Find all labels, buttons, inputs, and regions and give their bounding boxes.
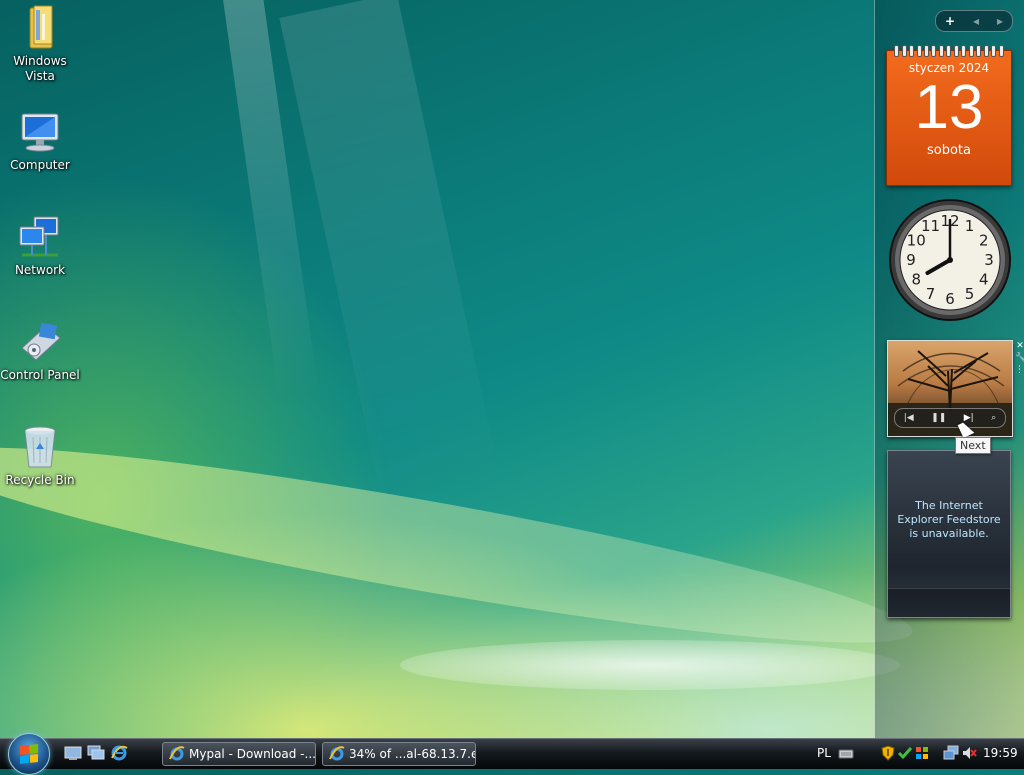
taskbar-item-mypal-download[interactable]: Mypal - Download -...: [162, 742, 316, 766]
desktop-icon-label: Windows Vista: [13, 54, 67, 83]
close-icon[interactable]: ✕: [1015, 340, 1024, 352]
desktop-icon-label: Control Panel: [0, 368, 80, 382]
update-icon[interactable]: [897, 745, 913, 761]
security-shield-icon[interactable]: [880, 745, 896, 761]
feed-headlines-gadget[interactable]: The Internet Explorer Feedstore is unava…: [887, 450, 1011, 618]
calendar-rings: [887, 45, 1011, 57]
folder-icon: [16, 4, 64, 52]
taskbar-item-download-progress[interactable]: 34% of ...al-68.13.7.e...: [322, 742, 476, 766]
clock-number: 9: [906, 251, 916, 269]
computer-icon: [16, 108, 64, 156]
clock-number: 8: [911, 271, 921, 289]
desktop-icon-label: Network: [14, 263, 66, 277]
switch-windows-icon[interactable]: [87, 745, 105, 761]
feed-error-message: The Internet Explorer Feedstore is unava…: [897, 499, 1001, 540]
internet-explorer-icon: [329, 746, 345, 761]
system-clock[interactable]: 19:59: [983, 746, 1018, 760]
start-button[interactable]: [8, 733, 50, 775]
view-button[interactable]: ⌕: [991, 413, 996, 423]
prev-page-button[interactable]: ◂: [973, 14, 979, 28]
sidebar-controls: + ◂ ▸: [935, 10, 1013, 32]
windows-sidebar: + ◂ ▸ styczen 2024 13 sobota 12123456789…: [874, 0, 1024, 738]
wallpaper-streak: [220, 0, 320, 401]
clock-number: 2: [979, 232, 989, 250]
internet-explorer-icon[interactable]: [110, 745, 128, 761]
desktop-icon-network[interactable]: Network: [0, 213, 80, 278]
taskbar: Mypal - Download -... 34% of ...al-68.13…: [0, 733, 1024, 775]
clock-number: 3: [984, 251, 994, 269]
desktop-icon-recycle-bin[interactable]: Recycle Bin: [0, 423, 80, 488]
drag-handle-icon[interactable]: ⋮⋮: [1015, 364, 1024, 376]
keyboard-icon[interactable]: [838, 745, 854, 761]
wallpaper-wave: [0, 413, 921, 677]
control-panel-icon: [16, 318, 64, 366]
language-indicator[interactable]: PL: [817, 746, 831, 760]
windows-logo-icon: [20, 744, 38, 764]
network-icon: [16, 213, 64, 261]
internet-explorer-icon: [169, 746, 185, 761]
options-icon[interactable]: 🔧: [1015, 352, 1024, 364]
show-desktop-icon[interactable]: [64, 745, 82, 761]
add-gadget-button[interactable]: +: [945, 14, 955, 28]
taskbar-item-label: Mypal - Download -...: [189, 747, 316, 761]
windows-update-icon[interactable]: [914, 745, 930, 761]
tooltip-next: Next: [955, 437, 991, 454]
desktop-icon-label: Computer: [10, 158, 70, 172]
volume-muted-icon[interactable]: [961, 745, 977, 761]
previous-button[interactable]: |◀: [904, 413, 914, 423]
desktop-icon-label: Recycle Bin: [5, 473, 75, 487]
calendar-day: 13: [914, 73, 984, 142]
clock-number: 6: [945, 290, 955, 308]
next-page-button[interactable]: ▸: [997, 14, 1003, 28]
clock-face: 121234567891011: [889, 199, 1011, 321]
network-status-icon[interactable]: [943, 745, 959, 761]
desktop-icon-control-panel[interactable]: Control Panel: [0, 318, 80, 383]
taskbar-item-label: 34% of ...al-68.13.7.e...: [349, 747, 476, 761]
wallpaper-glow: [400, 640, 900, 690]
desktop-icon-computer[interactable]: Computer: [0, 108, 80, 173]
clock-number: 1: [965, 217, 975, 235]
calendar-weekday: sobota: [927, 143, 971, 158]
feed-footer: [888, 588, 1010, 617]
clock-number: 7: [926, 285, 936, 303]
pause-button[interactable]: ❚❚: [931, 413, 946, 423]
slideshow-controls: |◀ ❚❚ ▶| ⌕: [894, 408, 1006, 428]
desktop-icon-windows-vista[interactable]: Windows Vista: [0, 4, 80, 84]
clock-number: 4: [979, 271, 989, 289]
clock-number: 11: [921, 217, 940, 235]
wallpaper-streak: [279, 0, 501, 508]
recycle-bin-icon: [16, 423, 64, 471]
gadget-toolbar: ✕ 🔧 ⋮⋮: [1015, 340, 1024, 376]
calendar-gadget[interactable]: styczen 2024 13 sobota: [886, 45, 1012, 186]
clock-number: 5: [965, 285, 975, 303]
clock-gadget[interactable]: 121234567891011: [888, 198, 1012, 322]
slideshow-gadget[interactable]: |◀ ❚❚ ▶| ⌕: [887, 340, 1013, 437]
